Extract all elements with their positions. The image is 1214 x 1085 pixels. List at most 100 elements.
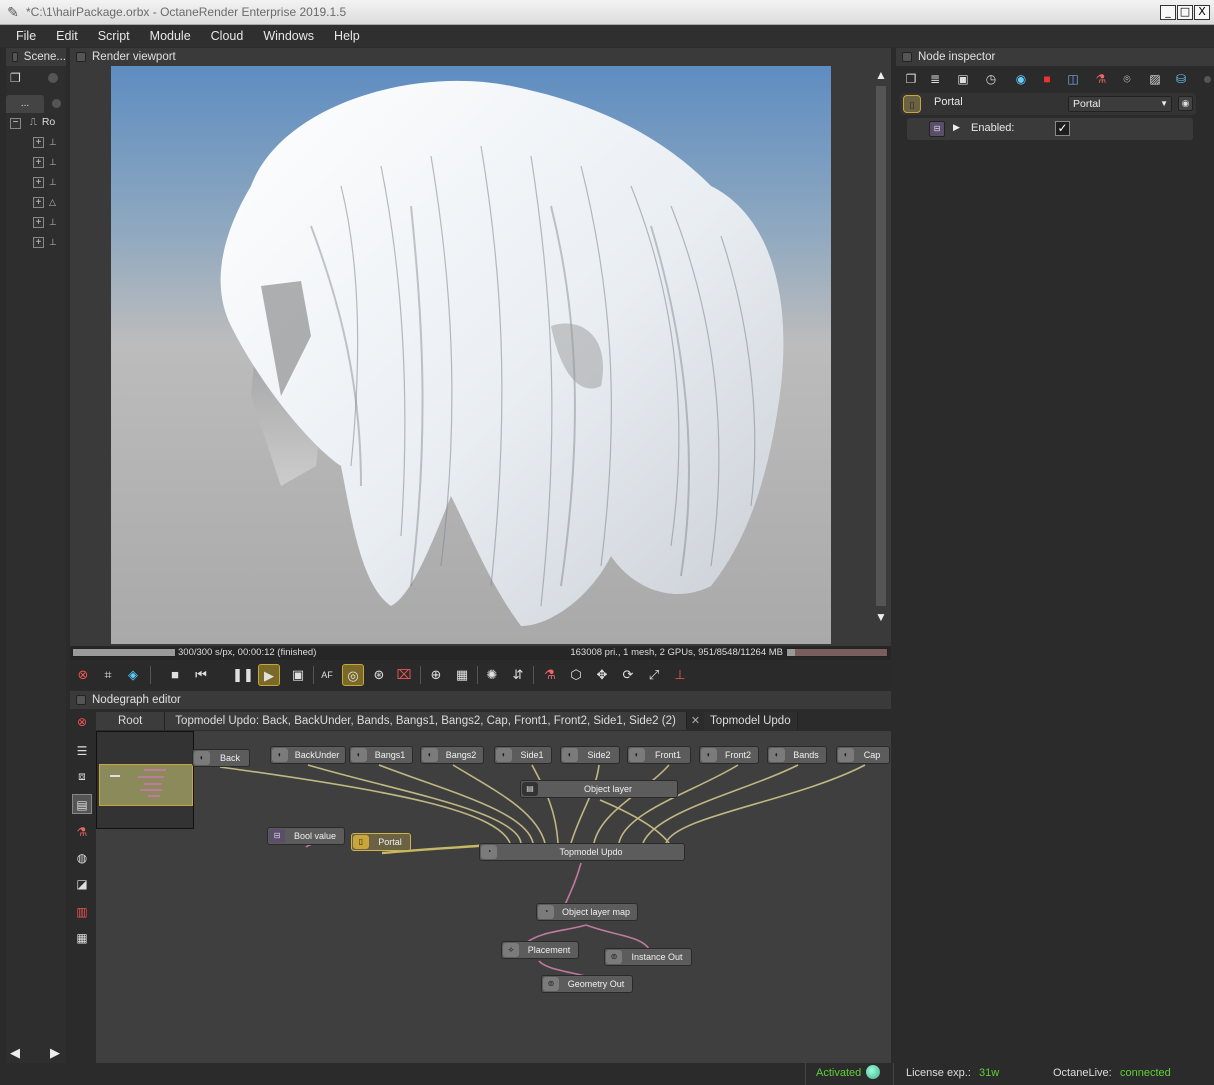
nodegraph-header[interactable]: Nodegraph editor bbox=[70, 691, 891, 709]
tab-topmodel-updo-group[interactable]: Topmodel Updo: Back, BackUnder, Bands, B… bbox=[165, 712, 687, 730]
tree-item[interactable]: + ⊥ bbox=[33, 237, 63, 251]
render-image[interactable] bbox=[111, 66, 831, 644]
node-bool-value[interactable]: ⊟ Bool value bbox=[267, 827, 345, 845]
kernel-icon[interactable]: ⛁ bbox=[1172, 70, 1190, 88]
region-render-icon[interactable]: ⌗ bbox=[97, 664, 119, 686]
tree-item[interactable]: + ⊥ bbox=[33, 157, 63, 171]
expand-icon[interactable]: + bbox=[33, 177, 44, 188]
node-bands[interactable]: ◐ Bands bbox=[767, 746, 827, 764]
move-gizmo-icon[interactable]: ✥ bbox=[591, 664, 613, 686]
tree-item[interactable]: + ⊥ bbox=[33, 177, 63, 191]
expand-icon[interactable]: + bbox=[33, 157, 44, 168]
ng-reset-icon[interactable]: ⊗ bbox=[72, 712, 92, 732]
menu-help[interactable]: Help bbox=[324, 25, 370, 47]
stop-render-icon[interactable]: ■ bbox=[164, 664, 186, 686]
node-back[interactable]: ◐ Back bbox=[192, 749, 250, 767]
kernel-cube-icon[interactable]: ◈ bbox=[122, 664, 144, 686]
ng-paint-icon[interactable]: ◪ bbox=[72, 874, 92, 894]
panel-toggle-icon[interactable] bbox=[12, 52, 18, 62]
material-picker-icon[interactable]: ⌧ bbox=[393, 664, 415, 686]
menu-cloud[interactable]: Cloud bbox=[201, 25, 254, 47]
minimap-viewport[interactable] bbox=[99, 764, 193, 806]
film-settings-icon[interactable]: ▣ bbox=[954, 70, 972, 88]
imager-icon[interactable]: ▨ bbox=[1146, 70, 1164, 88]
node-type-select[interactable]: Portal ▼ bbox=[1068, 96, 1172, 112]
render-window-icon[interactable]: ▣ bbox=[287, 664, 309, 686]
menu-script[interactable]: Script bbox=[88, 25, 140, 47]
expand-icon[interactable]: + bbox=[33, 237, 44, 248]
layers-icon[interactable]: ❐ bbox=[10, 71, 26, 87]
tree-item[interactable]: + ⊥ bbox=[33, 137, 63, 151]
octane-app-icon[interactable]: ✎ bbox=[4, 3, 22, 21]
scroll-left-icon[interactable]: ◀ bbox=[10, 1045, 20, 1061]
expand-icon[interactable]: + bbox=[33, 197, 44, 208]
layers-icon[interactable]: ❐ bbox=[902, 70, 920, 88]
node-bangs2[interactable]: ◐ Bangs2 bbox=[420, 746, 484, 764]
zoom-icon[interactable]: ⊕ bbox=[425, 664, 447, 686]
node-instance-out[interactable]: ⊚ Instance Out bbox=[604, 948, 692, 966]
node-side1[interactable]: ◐ Side1 bbox=[494, 746, 552, 764]
node-object-layer[interactable]: ▤ Object layer bbox=[520, 780, 678, 798]
render-viewport-header[interactable]: Render viewport bbox=[70, 48, 891, 66]
scene-outliner-header[interactable]: Scene... bbox=[6, 48, 66, 66]
scroll-up-icon[interactable]: ▲ bbox=[873, 68, 889, 82]
node-bangs1[interactable]: ◐ Bangs1 bbox=[349, 746, 413, 764]
material-icon[interactable]: ⚗ bbox=[1092, 70, 1110, 88]
aov-icon[interactable]: ◫ bbox=[1064, 70, 1082, 88]
expand-all-icon[interactable]: ≣ bbox=[926, 70, 944, 88]
node-side2[interactable]: ◐ Side2 bbox=[560, 746, 620, 764]
expand-arrow-icon[interactable]: ▶ bbox=[953, 122, 960, 133]
maximize-button[interactable]: □ bbox=[1177, 5, 1193, 20]
pin-dot-icon[interactable] bbox=[1204, 76, 1211, 83]
tab-root[interactable]: Root bbox=[96, 712, 166, 730]
resolution-grid-icon[interactable]: ▦ bbox=[451, 664, 473, 686]
export-icon[interactable]: ⇵ bbox=[507, 664, 529, 686]
viewport-vertical-scrollbar[interactable]: ▲ ▼ bbox=[873, 68, 889, 624]
white-balance-icon[interactable]: ⊛ bbox=[368, 664, 390, 686]
scroll-right-icon[interactable]: ▶ bbox=[50, 1045, 60, 1061]
tab-close-icon[interactable]: ✕ bbox=[687, 712, 704, 730]
tree-item[interactable]: + △ bbox=[33, 197, 63, 211]
node-object-layer-map[interactable]: ◔ Object layer map bbox=[536, 903, 638, 921]
pin-dot-icon[interactable] bbox=[48, 73, 58, 83]
start-render-icon[interactable]: ▶ bbox=[258, 664, 280, 686]
node-topmodel-updo[interactable]: ◔ Topmodel Updo bbox=[479, 843, 685, 861]
scale-gizmo-icon[interactable]: ⤢ bbox=[643, 664, 665, 686]
scene-tab-pin-icon[interactable] bbox=[52, 99, 61, 108]
node-front2[interactable]: ◐ Front2 bbox=[699, 746, 759, 764]
ng-render-target-icon[interactable]: ▥ bbox=[72, 902, 92, 922]
expand-icon[interactable]: + bbox=[33, 137, 44, 148]
autofocus-icon[interactable]: AF bbox=[316, 664, 338, 686]
tree-item[interactable]: + ⊥ bbox=[33, 217, 63, 231]
scene-tab[interactable]: ... bbox=[6, 95, 44, 113]
minimize-button[interactable]: _ bbox=[1160, 5, 1176, 20]
enabled-checkbox[interactable]: ✓ bbox=[1055, 121, 1070, 136]
ng-material-icon[interactable]: ⚗ bbox=[72, 822, 92, 842]
world-axis-icon[interactable]: ⊥ bbox=[669, 664, 691, 686]
expand-icon[interactable]: + bbox=[33, 217, 44, 228]
ng-texture-icon[interactable]: ◍ bbox=[72, 848, 92, 868]
node-inspector-header[interactable]: Node inspector bbox=[896, 48, 1214, 66]
eye-icon[interactable]: ◉ bbox=[1178, 96, 1193, 111]
reset-render-icon[interactable]: ⊗ bbox=[72, 664, 94, 686]
close-button[interactable]: X bbox=[1194, 5, 1210, 20]
tab-topmodel-updo[interactable]: Topmodel Updo bbox=[704, 712, 798, 730]
nodegraph-canvas[interactable]: ◐ Back ◐ BackUnder ◐ Bangs1 ◐ Bangs2 ◐ Side1 … bbox=[96, 731, 891, 1063]
ng-grid-icon[interactable]: ▦ bbox=[72, 928, 92, 948]
rotate-gizmo-icon[interactable]: ⟳ bbox=[617, 664, 639, 686]
node-geometry-out[interactable]: ⊚ Geometry Out bbox=[541, 975, 633, 993]
environment-icon[interactable]: ◉ bbox=[1012, 70, 1030, 88]
node-backunder[interactable]: ◐ BackUnder bbox=[270, 746, 346, 764]
wireframe-box-icon[interactable]: ⬡ bbox=[565, 664, 587, 686]
restart-render-icon[interactable]: ⏮ bbox=[190, 664, 212, 686]
camera-icon[interactable]: ⌾ bbox=[1118, 70, 1136, 88]
nodegraph-minimap[interactable] bbox=[96, 731, 194, 829]
picker-icon[interactable]: ◎ bbox=[342, 664, 364, 686]
node-front1[interactable]: ◐ Front1 bbox=[627, 746, 691, 764]
menu-windows[interactable]: Windows bbox=[253, 25, 324, 47]
pause-render-icon[interactable]: ❚❚ bbox=[232, 664, 254, 686]
render-layer-icon[interactable]: ■ bbox=[1038, 70, 1056, 88]
collapse-icon[interactable]: − bbox=[10, 118, 21, 129]
panel-toggle-icon[interactable] bbox=[902, 52, 912, 62]
node-placement[interactable]: ⟡ Placement bbox=[501, 941, 579, 959]
